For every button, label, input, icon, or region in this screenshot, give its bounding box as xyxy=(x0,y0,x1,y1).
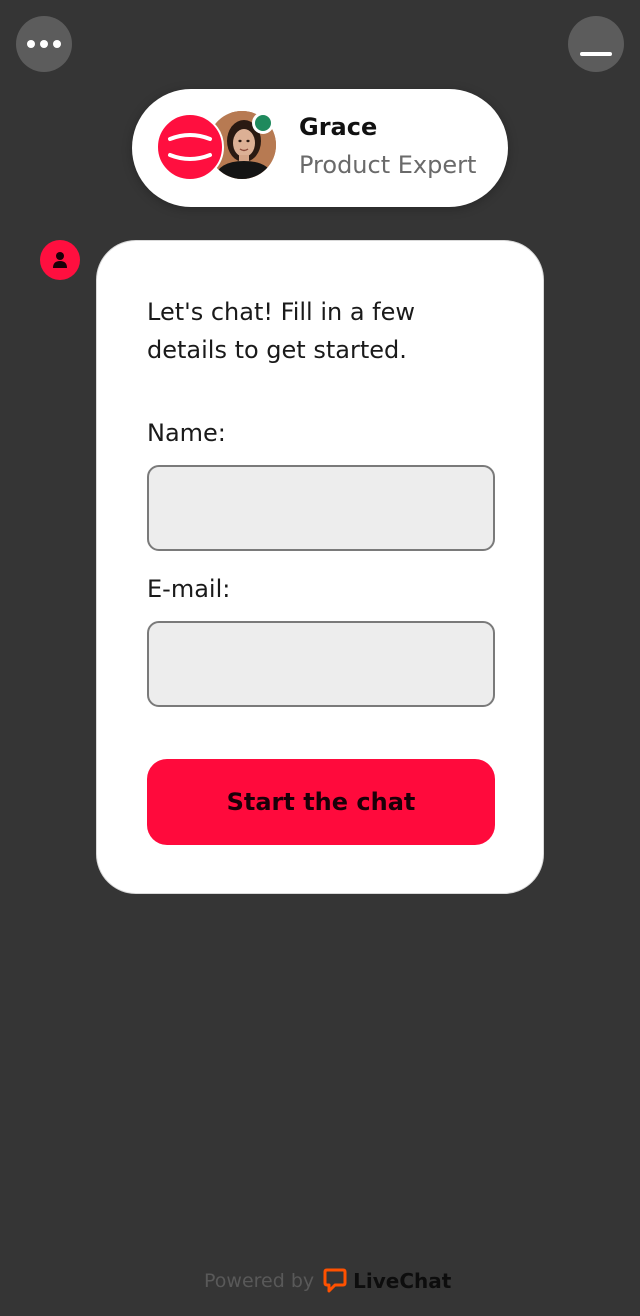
minimize-button[interactable] xyxy=(568,16,624,72)
email-label: E-mail: xyxy=(147,575,231,603)
online-status-indicator xyxy=(252,112,274,134)
brand-logo-icon xyxy=(156,113,224,181)
email-input[interactable] xyxy=(147,621,495,707)
prechat-form-card: Let's chat! Fill in a few details to get… xyxy=(96,240,544,894)
form-intro-text: Let's chat! Fill in a few details to get… xyxy=(147,298,416,364)
agent-name: Grace xyxy=(299,113,378,141)
livechat-logo-icon xyxy=(323,1268,347,1293)
minimize-icon xyxy=(580,52,612,56)
agent-role: Product Expert xyxy=(299,151,477,179)
name-input[interactable] xyxy=(147,465,495,551)
start-chat-button[interactable]: Start the chat xyxy=(147,759,495,845)
livechat-brand-name: LiveChat xyxy=(353,1269,452,1293)
user-icon xyxy=(40,240,80,280)
menu-button[interactable] xyxy=(16,16,72,72)
agent-header-card: Grace Product Expert xyxy=(132,89,508,207)
name-label: Name: xyxy=(147,419,226,447)
powered-by-footer[interactable]: Powered by LiveChat xyxy=(204,1266,451,1296)
powered-by-text: Powered by xyxy=(204,1270,315,1292)
ellipsis-icon xyxy=(27,40,61,48)
